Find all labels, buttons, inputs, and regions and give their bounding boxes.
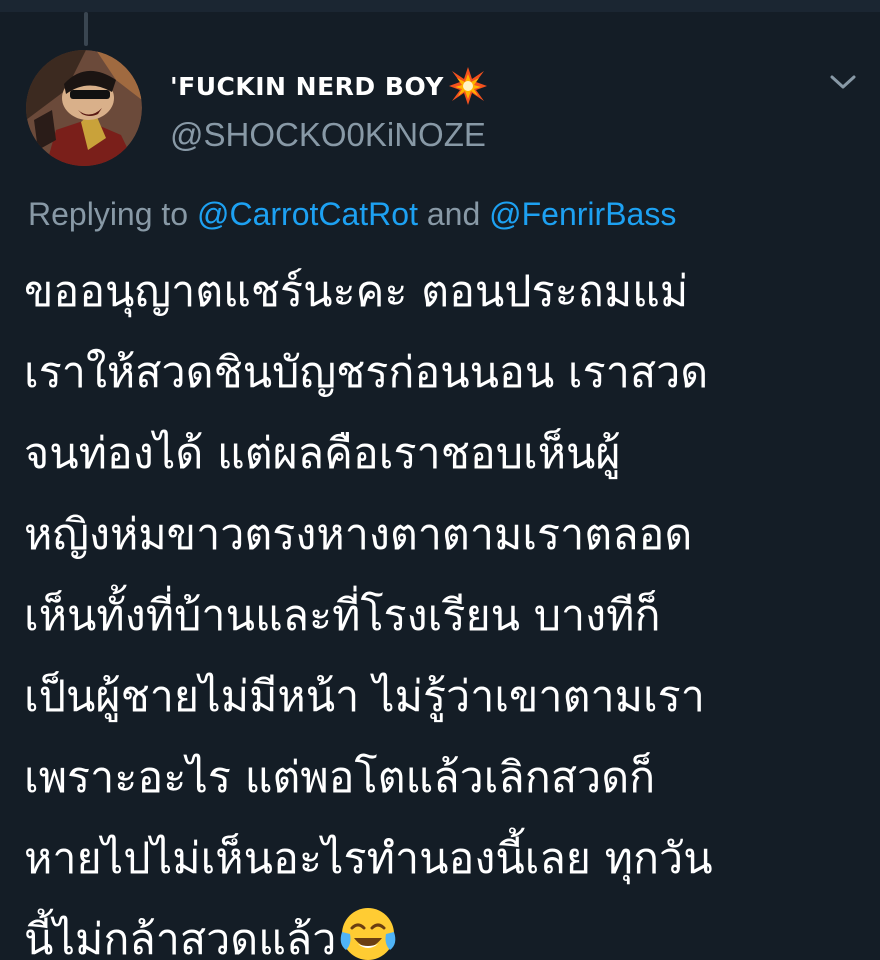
tweet-text-line: จนท่องได้ แต่ผลคือเราชอบเห็นผู้ — [24, 429, 621, 479]
replying-to-prefix: Replying to — [28, 196, 197, 232]
tweet-text-line: เป็นผู้ชายไม่มีหน้า ไม่รู้ว่าเขาตามเรา — [24, 672, 705, 722]
comic-character-avatar-icon — [26, 50, 142, 166]
top-status-strip — [0, 0, 880, 12]
tweet-screen: 'FUCKIN NERD BOY @SHOCKO0KiNOZE Replying… — [0, 0, 880, 960]
mention-link-carrotcatrot[interactable]: @CarrotCatRot — [197, 196, 418, 232]
replying-to-conjunction: and — [417, 196, 490, 232]
tweet-text-line: หญิงห่มขาวตรงหางตาตามเราตลอด — [24, 510, 693, 560]
replying-to-line: Replying to @CarrotCatRot and @FenrirBas… — [28, 196, 676, 233]
tweet-text-line: ขออนุญาตแชร์นะคะ ตอนประถมแม่ — [24, 267, 689, 317]
tweet-text-last-words: นี้ไม่กล้าสวดแล้ว — [24, 915, 337, 960]
author-handle[interactable]: @SHOCKO0KiNOZE — [170, 116, 486, 154]
tweet-text-line: เห็นทั้งที่บ้านและที่โรงเรียน บางทีก็ — [24, 591, 661, 641]
tweet-text-line: เพราะอะไร แต่พอโตแล้วเลิกสวดก็ — [24, 753, 656, 803]
display-name-text: 'FUCKIN NERD BOY — [170, 71, 444, 101]
thread-connector-line — [84, 12, 88, 46]
tweet-text-line: หายไปไม่เห็นอะไรทำนองนี้เลย ทุกวัน — [24, 834, 713, 884]
face-with-tears-of-joy-icon — [338, 904, 398, 960]
author-display-name[interactable]: 'FUCKIN NERD BOY — [170, 66, 488, 106]
tweet-text-line: เราให้สวดชินบัญชรก่อนนอน เราสวด — [24, 348, 709, 398]
tweet-text-line-last: นี้ไม่กล้าสวดแล้ว — [24, 900, 864, 960]
mention-link-fenrirbass[interactable]: @FenrirBass — [489, 196, 676, 232]
chevron-down-icon[interactable] — [828, 70, 858, 94]
collision-emoji-icon — [448, 66, 488, 106]
tweet-text: ขออนุญาตแชร์นะคะ ตอนประถมแม่ เราให้สวดชิ… — [24, 252, 864, 960]
avatar[interactable] — [26, 50, 142, 166]
